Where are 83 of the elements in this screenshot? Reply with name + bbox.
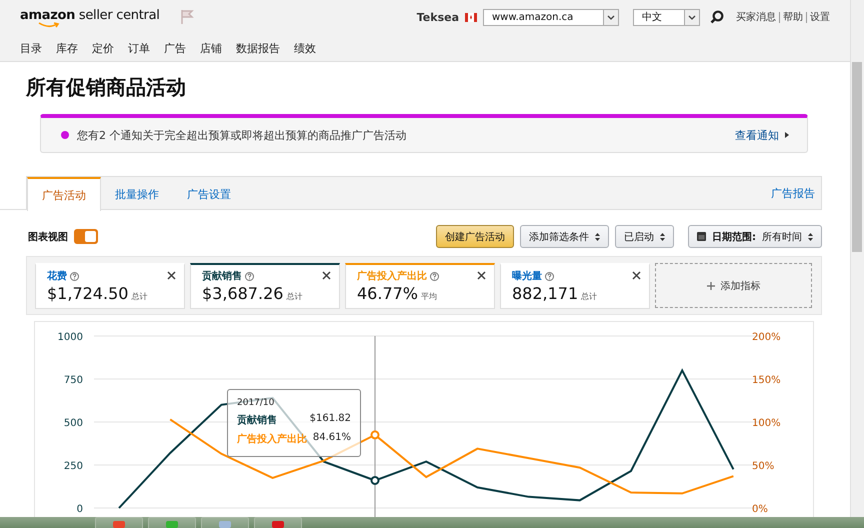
view-notifications-link[interactable]: 查看通知 xyxy=(735,128,789,142)
axis-label: 100% xyxy=(752,418,781,429)
nav-item[interactable]: 广告 xyxy=(164,40,186,56)
help-icon[interactable] xyxy=(70,272,79,280)
metric-note: 总计 xyxy=(581,291,598,302)
nav-item[interactable]: 定价 xyxy=(92,40,114,56)
metric-note: 总计 xyxy=(131,291,148,302)
plus-icon xyxy=(706,282,714,290)
metric-name: 贡献销售 xyxy=(202,270,242,283)
sort-caret-icon xyxy=(808,232,813,240)
toggle-switch[interactable] xyxy=(74,229,98,244)
sort-caret-icon xyxy=(595,232,600,240)
metric-card[interactable]: 贡献销售 $3,687.26 总计 xyxy=(190,263,340,309)
axis-label: 1000 xyxy=(58,332,83,343)
metric-value: $3,687.26 xyxy=(202,284,284,303)
header-link[interactable]: 设置 xyxy=(810,10,830,24)
metric-name: 花费 xyxy=(47,270,67,283)
tooltip-series-name: 贡献销售 xyxy=(237,414,277,427)
nav-item[interactable]: 数据报告 xyxy=(236,40,280,56)
axis-label: 200% xyxy=(752,332,781,343)
metric-card[interactable]: 花费 $1,724.50 总计 xyxy=(35,263,185,309)
tooltip-value: $161.82 xyxy=(310,413,351,426)
tooltip-date: 2017/10 xyxy=(237,398,276,408)
header-link[interactable]: 帮助 xyxy=(783,10,803,24)
axis-label: 50% xyxy=(752,461,774,472)
data-point xyxy=(370,430,380,440)
caret-icon xyxy=(785,132,789,138)
metric-value: 46.77% xyxy=(357,284,418,303)
taskbar-button[interactable] xyxy=(254,517,302,528)
metric-note: 平均 xyxy=(421,291,438,302)
dropdown-button[interactable]: 已启动 xyxy=(615,225,674,248)
notification-text: 您有2 个通知关于完全超出预算或即将超出预算的商品推广广告活动 xyxy=(77,128,406,142)
metric-value: $1,724.50 xyxy=(47,284,128,303)
metric-name: 曝光量 xyxy=(512,270,542,283)
sort-caret-icon xyxy=(660,232,665,240)
create-campaign-button[interactable]: 创建广告活动 xyxy=(436,225,514,248)
metric-value: 882,171 xyxy=(512,284,578,303)
nav-item[interactable]: 订单 xyxy=(128,40,150,56)
axis-label: 250 xyxy=(64,461,83,472)
axis-label: 150% xyxy=(752,375,781,386)
metric-card[interactable]: 曝光量 882,171 总计 xyxy=(500,263,650,309)
date-range-button[interactable]: 日期范围: 所有时间 xyxy=(688,225,822,248)
dropdown-button[interactable]: 添加筛选条件 xyxy=(520,225,609,248)
calendar-icon xyxy=(697,232,706,241)
marketplace-select[interactable]: www.amazon.ca xyxy=(483,8,619,26)
tab[interactable]: 广告设置 xyxy=(173,177,245,209)
close-icon[interactable] xyxy=(477,271,486,280)
language-select[interactable]: 中文 xyxy=(633,8,700,26)
tab[interactable]: 批量操作 xyxy=(101,177,173,209)
nav-item[interactable]: 绩效 xyxy=(294,40,316,56)
data-point xyxy=(370,476,380,485)
add-metric-button[interactable]: 添加指标 xyxy=(655,263,812,308)
close-icon[interactable] xyxy=(167,271,176,280)
chart-view-label: 图表视图 xyxy=(28,230,68,244)
help-icon[interactable] xyxy=(430,272,439,280)
metric-note: 总计 xyxy=(286,291,302,302)
axis-label: 0 xyxy=(76,504,83,515)
nav-item[interactable]: 店铺 xyxy=(200,40,222,56)
nav-item[interactable]: 库存 xyxy=(56,40,78,56)
axis-label: 0% xyxy=(752,504,768,515)
close-icon[interactable] xyxy=(322,271,331,280)
header-link[interactable]: 买家消息 xyxy=(736,10,776,24)
chevron-down-icon xyxy=(607,14,615,20)
search-icon[interactable] xyxy=(710,10,724,24)
close-icon[interactable] xyxy=(632,271,641,280)
tooltip-series-name: 广告投入产出比 xyxy=(237,432,307,446)
page-title: 所有促销商品活动 xyxy=(26,74,186,101)
metric-name: 广告投入产出比 xyxy=(357,269,427,283)
report-link[interactable]: 广告报告 xyxy=(771,177,815,209)
seller-name: Teksea xyxy=(416,10,459,24)
help-icon[interactable] xyxy=(245,272,254,280)
canada-flag-icon xyxy=(465,12,477,22)
logo-text: amazon seller central xyxy=(20,6,161,24)
nav-item[interactable]: 目录 xyxy=(20,40,42,56)
scrollbar-thumb[interactable] xyxy=(852,62,862,252)
tab[interactable]: 广告活动 xyxy=(27,177,101,211)
axis-label: 750 xyxy=(64,375,83,386)
help-icon[interactable] xyxy=(545,272,554,280)
smile-icon xyxy=(38,22,60,28)
axis-label: 500 xyxy=(64,418,83,429)
chevron-down-icon xyxy=(688,14,696,20)
metric-card[interactable]: 广告投入产出比 46.77% 平均 xyxy=(345,263,495,309)
tooltip-value: 84.61% xyxy=(312,432,351,445)
